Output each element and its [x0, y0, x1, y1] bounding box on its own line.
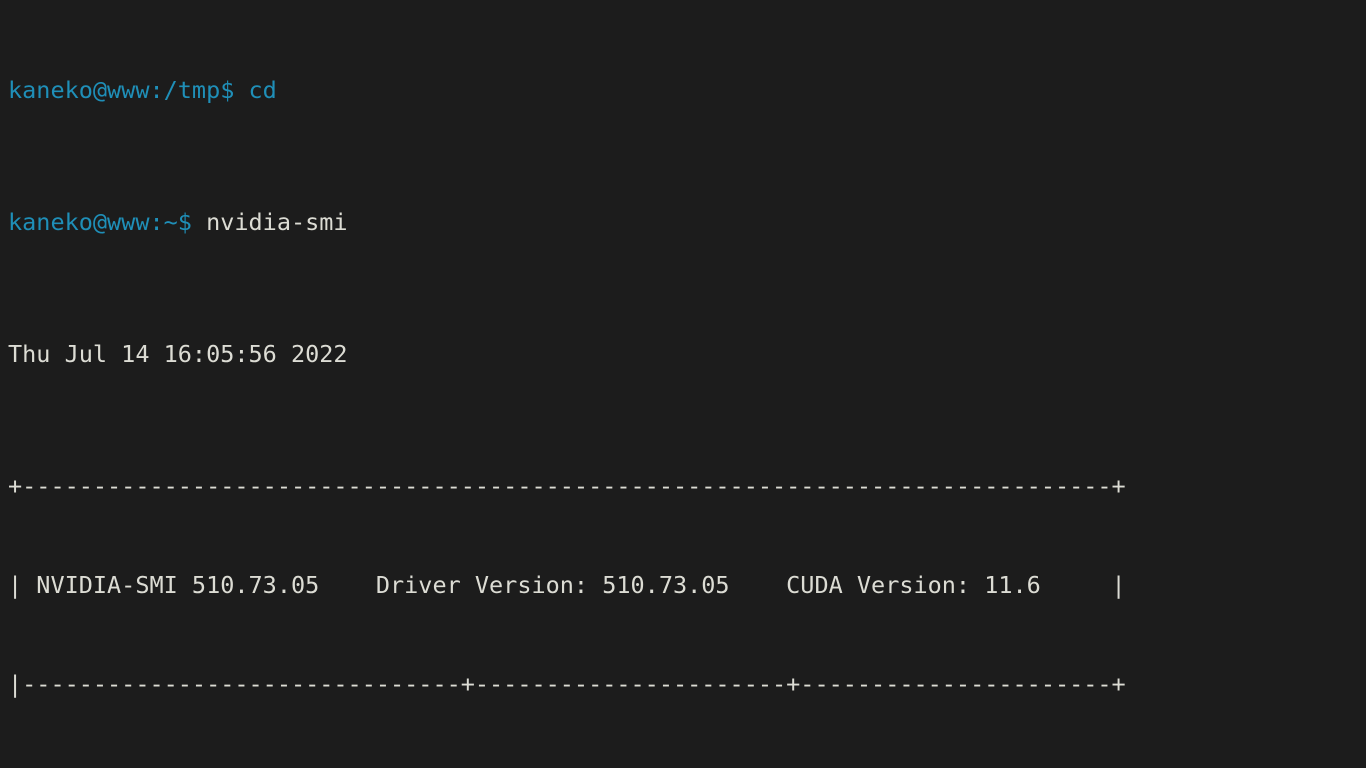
shell-prompt: kaneko@www:~$: [8, 208, 207, 236]
gpu-table-top-border: +---------------------------------------…: [8, 472, 1126, 500]
gpu-table-version-row: | NVIDIA-SMI 510.73.05 Driver Version: 5…: [8, 571, 1126, 599]
terminal-screen: kaneko@www:/tmp$ cd kaneko@www:~$ nvidia…: [8, 0, 1126, 768]
gpu-table-divider-1: |-------------------------------+-------…: [8, 670, 1126, 698]
command-text: nvidia-smi: [206, 208, 348, 236]
scrollback-partial-line: kaneko@www:/tmp$ cd: [8, 76, 277, 104]
timestamp-line: Thu Jul 14 16:05:56 2022: [8, 340, 348, 368]
terminal-window[interactable]: kaneko@www:/tmp$ cd kaneko@www:~$ nvidia…: [0, 0, 1366, 768]
command-line: kaneko@www:~$ nvidia-smi: [8, 206, 1126, 239]
